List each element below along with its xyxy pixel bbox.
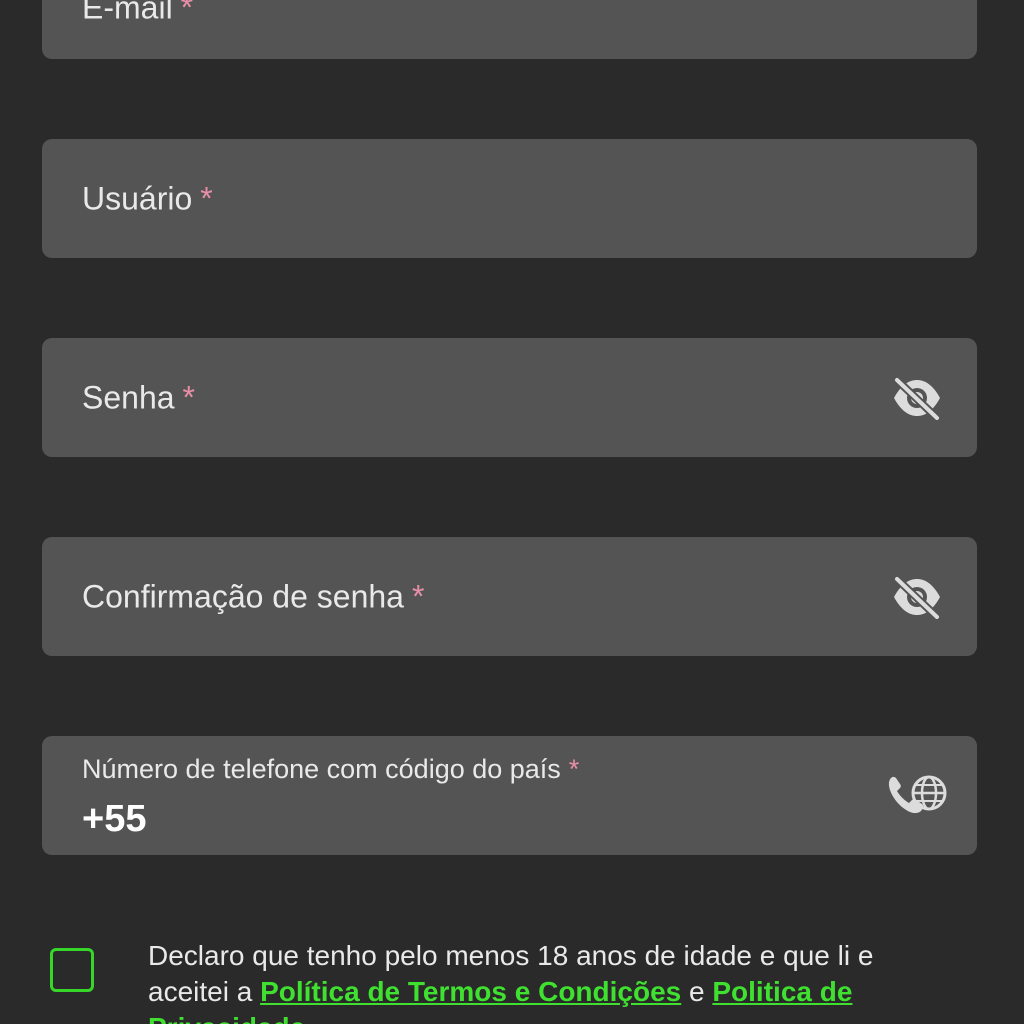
eye-off-icon[interactable] bbox=[891, 574, 943, 619]
age-consent-checkbox[interactable] bbox=[50, 948, 94, 992]
phone-value[interactable]: +55 bbox=[82, 798, 146, 841]
password-label-text: Senha bbox=[82, 379, 175, 415]
username-label-text: Usuário bbox=[82, 180, 193, 216]
password-field[interactable]: Senha * bbox=[42, 338, 977, 457]
username-field[interactable]: Usuário * bbox=[42, 139, 977, 258]
eye-off-icon[interactable] bbox=[891, 375, 943, 420]
email-label: E-mail * bbox=[82, 0, 193, 27]
consent-text: Declaro que tenho pelo menos 18 anos de … bbox=[148, 938, 938, 1024]
phone-label: Número de telefone com código do país * bbox=[82, 754, 579, 785]
password-confirm-label: Confirmação de senha * bbox=[82, 578, 424, 615]
phone-label-text: Número de telefone com código do país bbox=[82, 754, 561, 784]
required-mark: * bbox=[568, 754, 580, 784]
terms-link[interactable]: Política de Termos e Condições bbox=[260, 976, 681, 1007]
required-mark: * bbox=[182, 379, 195, 415]
required-mark: * bbox=[180, 0, 194, 26]
required-mark: * bbox=[200, 180, 213, 216]
phone-field[interactable]: Número de telefone com código do país * +… bbox=[42, 736, 977, 855]
email-field[interactable]: E-mail * bbox=[42, 0, 977, 59]
email-label-text: E-mail bbox=[82, 0, 173, 26]
required-mark: * bbox=[411, 578, 425, 614]
username-label: Usuário * bbox=[82, 180, 213, 217]
password-confirm-label-text: Confirmação de senha bbox=[82, 578, 404, 614]
password-confirm-field[interactable]: Confirmação de senha * bbox=[42, 537, 977, 656]
phone-globe-icon[interactable] bbox=[885, 772, 949, 818]
consent-conjunction: e bbox=[681, 976, 713, 1007]
signup-form: E-mail * Usuário * Senha * Confirmação de s… bbox=[0, 0, 1024, 1024]
password-label: Senha * bbox=[82, 379, 195, 416]
